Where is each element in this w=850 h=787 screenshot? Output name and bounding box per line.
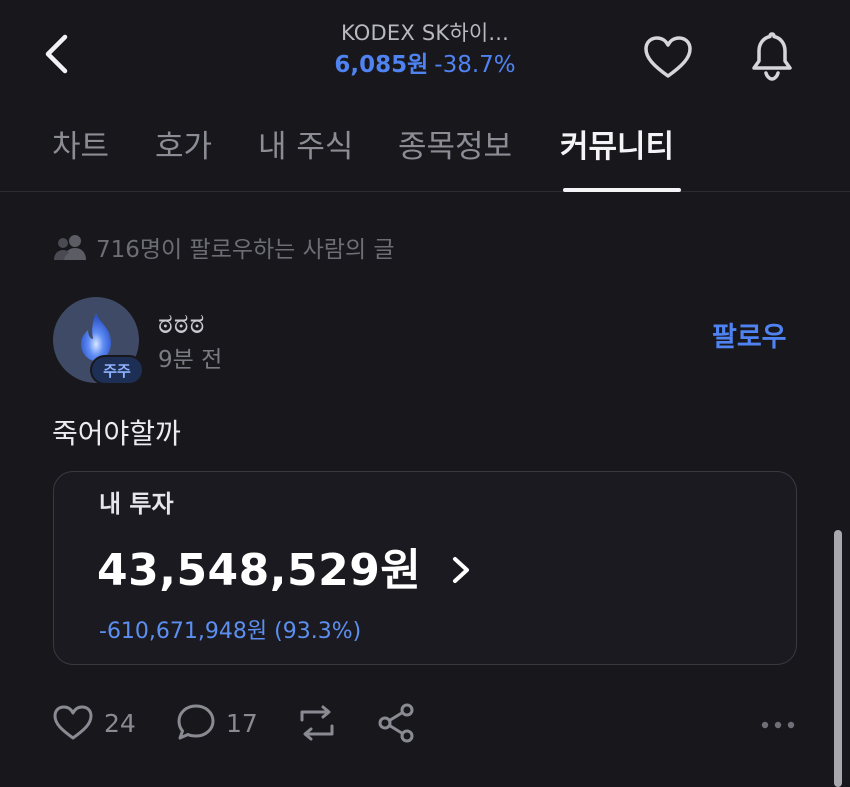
tab-bar: 차트 호가 내 주식 종목정보 커뮤니티 <box>0 120 850 192</box>
favorite-button[interactable] <box>640 30 696 86</box>
comment-count: 17 <box>226 708 258 738</box>
chevron-right-icon <box>453 557 469 583</box>
post-text: 죽어야할까 <box>52 417 181 450</box>
post-actions: 24 17 <box>50 700 810 750</box>
follow-button[interactable]: 팔로우 <box>712 318 787 358</box>
heart-icon <box>53 705 93 740</box>
price-row: 6,085원 -38.7% <box>200 48 650 82</box>
chevron-left-icon <box>45 34 68 74</box>
stock-title: KODEX SK하이... 6,085원 -38.7% <box>200 18 650 82</box>
heart-icon <box>644 36 692 78</box>
comment-button[interactable]: 17 <box>174 700 258 746</box>
back-button[interactable] <box>28 26 84 82</box>
share-button[interactable] <box>374 700 418 746</box>
tab-stock-info[interactable]: 종목정보 <box>398 124 512 170</box>
bell-icon <box>752 32 792 81</box>
scrollbar[interactable] <box>834 530 842 787</box>
shareholder-badge: 주주 <box>90 355 144 385</box>
investment-amount: 43,548,529원 <box>97 545 422 596</box>
follow-context: 716명이 팔로우하는 사람의 글 <box>52 230 395 264</box>
investment-change: -610,671,948원 (93.3%) <box>99 619 362 644</box>
stock-community-screen: KODEX SK하이... 6,085원 -38.7% 차트 호가 내 주식 종목… <box>0 0 850 787</box>
follow-context-text: 716명이 팔로우하는 사람의 글 <box>96 237 395 263</box>
tab-chart[interactable]: 차트 <box>52 124 109 170</box>
price-change: -38.7% <box>434 52 516 78</box>
tab-community[interactable]: 커뮤니티 <box>560 124 674 170</box>
post-time: 9분 전 <box>158 347 223 373</box>
more-button[interactable] <box>758 710 798 740</box>
people-icon <box>54 235 86 260</box>
active-tab-indicator <box>563 188 681 192</box>
like-count: 24 <box>104 708 136 738</box>
share-icon <box>378 703 414 743</box>
investment-title: 내 투자 <box>99 490 174 518</box>
speech-bubble-icon <box>177 704 215 740</box>
repost-icon <box>300 705 334 741</box>
username[interactable]: ಠಠಠ <box>158 306 205 342</box>
stock-price: 6,085원 <box>334 52 429 78</box>
alert-button[interactable] <box>744 28 800 84</box>
repost-button[interactable] <box>294 700 340 746</box>
more-dots-icon <box>761 721 795 729</box>
investment-card[interactable]: 내 투자 43,548,529원 -610,671,948원 (93.3%) <box>53 471 797 665</box>
tab-orderbook[interactable]: 호가 <box>155 124 212 170</box>
tab-my-stock[interactable]: 내 주식 <box>258 124 353 170</box>
stock-name: KODEX SK하이... <box>340 21 510 45</box>
like-button[interactable]: 24 <box>50 700 136 746</box>
